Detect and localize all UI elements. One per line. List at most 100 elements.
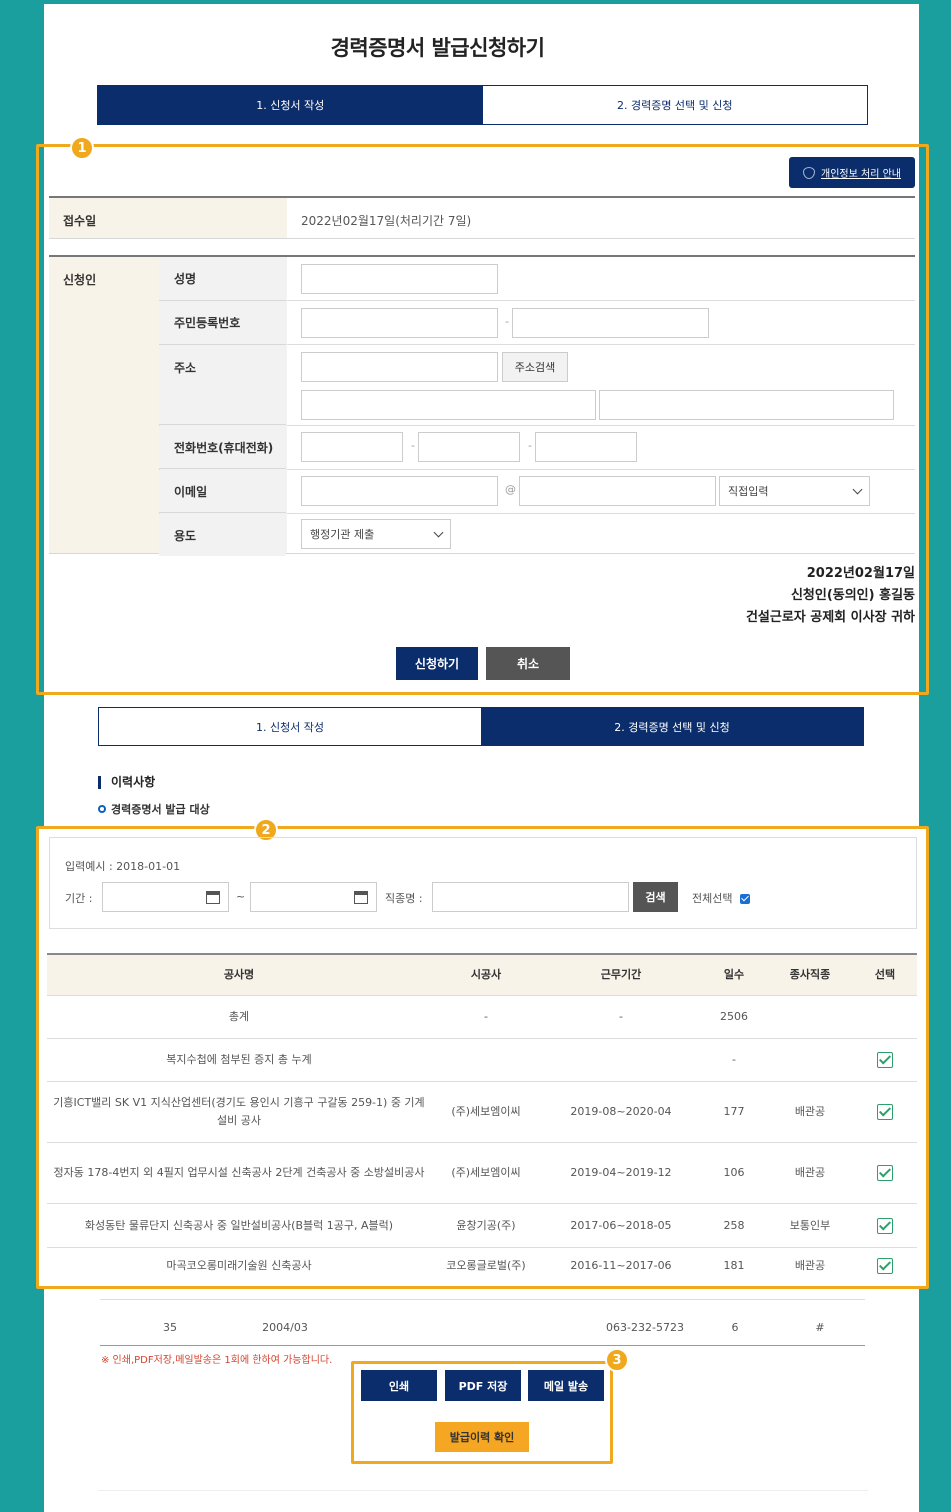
row-period: 2019-04~2019-12 <box>570 1166 672 1179</box>
row-checkbox[interactable] <box>877 1217 893 1234</box>
receipt-value: 2022년02월17일(처리기간 7일) <box>301 214 472 228</box>
address-detail-input[interactable] <box>599 390 894 420</box>
email-label: 이메일 <box>159 470 286 513</box>
row-checkbox[interactable] <box>877 1165 893 1181</box>
row-company: 윤창기공(주) <box>456 1218 516 1232</box>
start-date-input[interactable] <box>102 882 229 912</box>
calendar-icon[interactable] <box>354 891 368 904</box>
email-local-input[interactable] <box>301 476 498 506</box>
row-job: 배관공 <box>794 1259 826 1272</box>
cancel-button[interactable]: 취소 <box>486 647 570 680</box>
email-at: @ <box>505 483 516 496</box>
end-date-input[interactable] <box>250 882 377 912</box>
header-period: 근무기간 <box>600 968 642 981</box>
bg-no: 35 <box>163 1320 177 1334</box>
step-tabs-second: 1. 신청서 작성 2. 경력증명 선택 및 신청 <box>98 707 864 746</box>
total-days: 2506 <box>720 1010 748 1023</box>
bg-row-35: 35 2004/03 063-232-5723 6 # <box>100 1309 865 1346</box>
issue-history-button[interactable]: 발급이력 확인 <box>435 1422 529 1452</box>
purpose-label: 용도 <box>159 514 286 556</box>
rrn-back-input[interactable] <box>512 308 709 338</box>
row-period: 2016-11~2017-06 <box>570 1259 672 1272</box>
row-checkbox-cell <box>853 1248 917 1284</box>
footer-divider <box>98 1490 868 1491</box>
address-main-input[interactable] <box>301 390 596 420</box>
phone-1-input[interactable] <box>301 432 403 462</box>
rrn-front-input[interactable] <box>301 308 498 338</box>
row-period: 2019-08~2020-04 <box>570 1105 672 1118</box>
pdf-save-button[interactable]: PDF 저장 <box>445 1370 521 1401</box>
bullet-icon <box>98 805 106 813</box>
row-company: 코오롱글로벌(주) <box>446 1259 526 1272</box>
cumulative-days: - <box>732 1053 736 1066</box>
row-checkbox[interactable] <box>877 1052 893 1068</box>
phone-dash-1: - <box>411 439 415 452</box>
history-subtitle: 경력증명서 발급 대상 <box>98 801 210 817</box>
header-job: 종사직종 <box>789 968 831 981</box>
period-tilde: ~ <box>236 890 246 903</box>
row-name: 기흥ICT밸리 SK V1 지식산업센터(경기도 용인시 기흥구 구갈동 259… <box>53 1096 425 1127</box>
job-label: 직종명 : <box>385 892 423 905</box>
calendar-icon[interactable] <box>206 891 220 904</box>
name-input[interactable] <box>301 264 498 294</box>
table-row: 정자동 178-4번지 외 4필지 업무시설 신축공사 2단계 건축공사 중 소… <box>47 1143 917 1204</box>
search-button[interactable]: 검색 <box>633 882 678 912</box>
purpose-select[interactable]: 행정기관 제출 <box>301 519 451 549</box>
phone-dash-2: - <box>528 439 532 452</box>
phone-3-input[interactable] <box>535 432 637 462</box>
issue-notice: ※ 인쇄,PDF저장,메일발송은 1회에 한하여 가능합니다. <box>101 1355 333 1366</box>
signature-applicant: 신청인(동의인) 홍길동 <box>790 588 915 603</box>
row-days: 258 <box>723 1218 745 1232</box>
shield-icon <box>803 166 816 179</box>
privacy-info-button[interactable]: 개인정보 처리 안내 <box>789 157 915 188</box>
print-button[interactable]: 인쇄 <box>361 1370 437 1401</box>
marker-3: 3 <box>605 1348 629 1372</box>
phone-label: 전화번호(휴대전화) <box>159 426 286 469</box>
search-filter-box: 입력예시 : 2018-01-01 기간 : ~ 직종명 : 검색 전체선택 <box>49 837 917 929</box>
select-all-checkbox[interactable] <box>739 894 750 904</box>
tab-step2[interactable]: 2. 경력증명 선택 및 신청 <box>482 86 867 124</box>
table-row: 마곡코오롱미래기술원 신축공사 코오롱글로벌(주) 2016-11~2017-0… <box>47 1248 917 1284</box>
signature-recipient: 건설근로자 공제회 이사장 귀하 <box>745 610 915 625</box>
marker-1: 1 <box>70 136 94 160</box>
job-input[interactable] <box>432 882 629 912</box>
signature-block: 2022년02월17일 신청인(동의인) 홍길동 건설근로자 공제회 이사장 귀… <box>746 563 915 629</box>
row-checkbox-cell <box>853 1039 917 1081</box>
tab-step2[interactable]: 2. 경력증명 선택 및 신청 <box>481 708 863 745</box>
bg-phone: 063-232-5723 <box>606 1320 684 1334</box>
bg-mark: # <box>815 1320 825 1334</box>
row-job: 보통인부 <box>789 1218 831 1232</box>
zipcode-input[interactable] <box>301 352 498 382</box>
email-domain-select[interactable]: 직접입력 <box>719 476 870 506</box>
row-checkbox-cell <box>853 1204 917 1247</box>
total-name: 총계 <box>228 1010 250 1023</box>
mail-send-button[interactable]: 메일 발송 <box>528 1370 604 1401</box>
table-row-cumulative: 복지수첩에 첨부된 증지 총 누계 - <box>47 1039 917 1082</box>
chevron-down-icon <box>433 527 444 537</box>
rrn-dash: - <box>505 315 509 328</box>
total-company: - <box>484 1010 488 1023</box>
input-hint: 입력예시 : 2018-01-01 <box>65 860 181 873</box>
address-search-button[interactable]: 주소검색 <box>502 352 568 382</box>
phone-2-input[interactable] <box>418 432 520 462</box>
select-all[interactable]: 전체선택 <box>692 890 750 906</box>
table-row: 기흥ICT밸리 SK V1 지식산업센터(경기도 용인시 기흥구 구갈동 259… <box>47 1082 917 1143</box>
submit-button[interactable]: 신청하기 <box>396 647 478 680</box>
row-checkbox[interactable] <box>877 1104 893 1120</box>
tab-step1[interactable]: 1. 신청서 작성 <box>99 708 481 745</box>
tab-step1[interactable]: 1. 신청서 작성 <box>98 86 483 124</box>
row-name: 화성동탄 물류단지 신축공사 중 일반설비공사(B블럭 1공구, A블럭) <box>84 1218 394 1232</box>
email-domain-input[interactable] <box>519 476 716 506</box>
email-domain-select-value: 직접입력 <box>728 485 769 498</box>
history-section-title: 이력사항 <box>98 776 155 789</box>
row-days: 177 <box>723 1105 745 1118</box>
history-subtitle-text: 경력증명서 발급 대상 <box>111 803 210 816</box>
select-all-label: 전체선택 <box>692 892 733 905</box>
chevron-down-icon <box>852 484 863 494</box>
row-period: 2017-06~2018-05 <box>570 1218 672 1232</box>
row-checkbox[interactable] <box>877 1258 893 1274</box>
receipt-label: 접수일 <box>49 198 287 238</box>
row-days: 106 <box>723 1166 745 1179</box>
table-header: 공사명 시공사 근무기간 일수 종사직종 선택 <box>47 953 917 996</box>
cumulative-name: 복지수첩에 첨부된 증지 총 누계 <box>166 1053 312 1066</box>
